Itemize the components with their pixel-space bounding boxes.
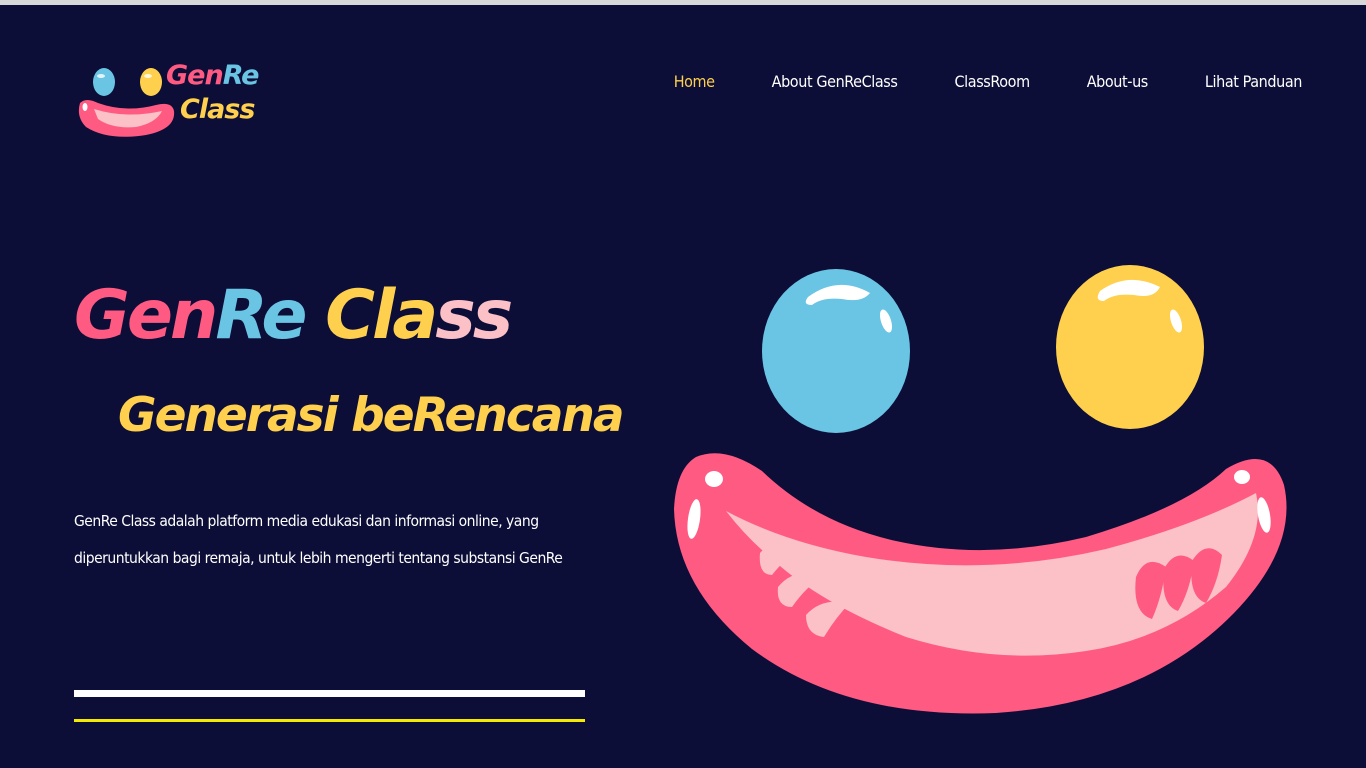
logo-text-line2: Class: [180, 94, 255, 125]
main-nav: Home About GenReClass ClassRoom About-us…: [617, 69, 1303, 95]
logo-text-re: Re: [222, 60, 260, 91]
nav-link-about-genreclass[interactable]: About GenReClass: [772, 69, 898, 95]
hero-title-cla: Cla: [325, 276, 438, 355]
nav-link-lihat-panduan[interactable]: Lihat Panduan: [1205, 69, 1302, 95]
logo-text-gen: Gen: [166, 60, 224, 91]
yellow-eye-icon: [1056, 265, 1204, 429]
hero-title-re: Re: [215, 276, 307, 355]
logo-yellow-eye: [140, 68, 162, 96]
nav-link-classroom[interactable]: ClassRoom: [955, 69, 1031, 95]
page: GenRe Class Home About GenReClass ClassR…: [0, 0, 1366, 768]
logo-text-line1: GenRe: [166, 60, 260, 91]
divider-yellow: [74, 719, 585, 722]
nav-link-about-us[interactable]: About-us: [1087, 69, 1149, 95]
hero-title-gen: Gen: [74, 276, 218, 355]
logo-text-class: Class: [180, 94, 255, 125]
hero-subtitle: Generasi beRencana: [118, 388, 625, 443]
divider-white: [74, 690, 585, 697]
hero-title-ss: ss: [435, 276, 513, 355]
hero-title: GenRe Class: [74, 273, 513, 359]
smile-mouth-icon: [674, 453, 1287, 714]
smiley-face-illustration: [674, 265, 1287, 714]
logo-blue-eye: [93, 68, 115, 96]
hero-description: GenRe Class adalah platform media edukas…: [74, 512, 563, 567]
nav-link-home[interactable]: Home: [674, 69, 715, 95]
blue-eye-icon: [762, 269, 910, 433]
